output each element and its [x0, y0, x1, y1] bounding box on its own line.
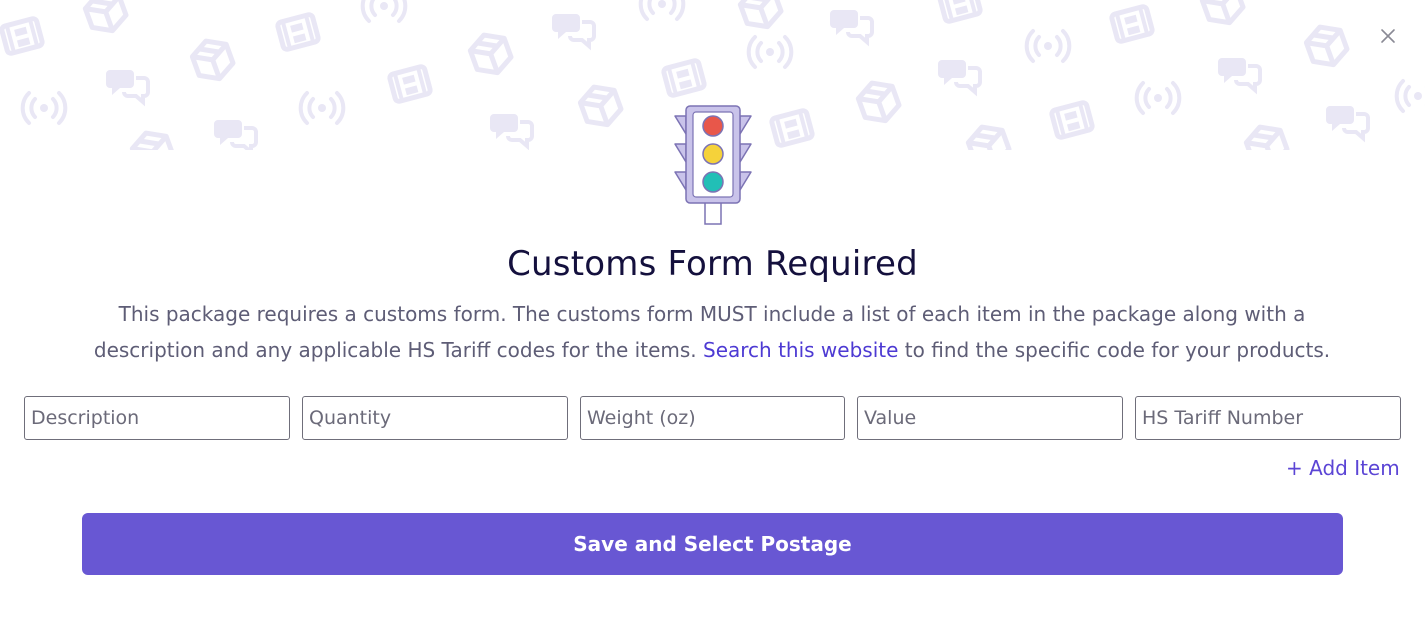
close-button[interactable] — [1376, 24, 1400, 48]
hs-tariff-input[interactable] — [1135, 396, 1401, 440]
value-input[interactable] — [857, 396, 1123, 440]
traffic-light-icon — [674, 105, 752, 225]
save-and-select-postage-button[interactable]: Save and Select Postage — [82, 513, 1343, 575]
description-text-end: to find the specific code for your produ… — [898, 338, 1331, 362]
modal-title: Customs Form Required — [507, 244, 918, 284]
weight-input[interactable] — [580, 396, 845, 440]
modal-description: This package requires a customs form. Th… — [62, 296, 1362, 368]
quantity-input[interactable] — [302, 396, 568, 440]
search-website-link[interactable]: Search this website — [703, 338, 898, 362]
add-item-link[interactable]: + Add Item — [1286, 456, 1400, 480]
description-input[interactable] — [24, 396, 290, 440]
close-icon — [1381, 29, 1395, 43]
customs-form-modal: Customs Form Required This package requi… — [0, 0, 1425, 623]
